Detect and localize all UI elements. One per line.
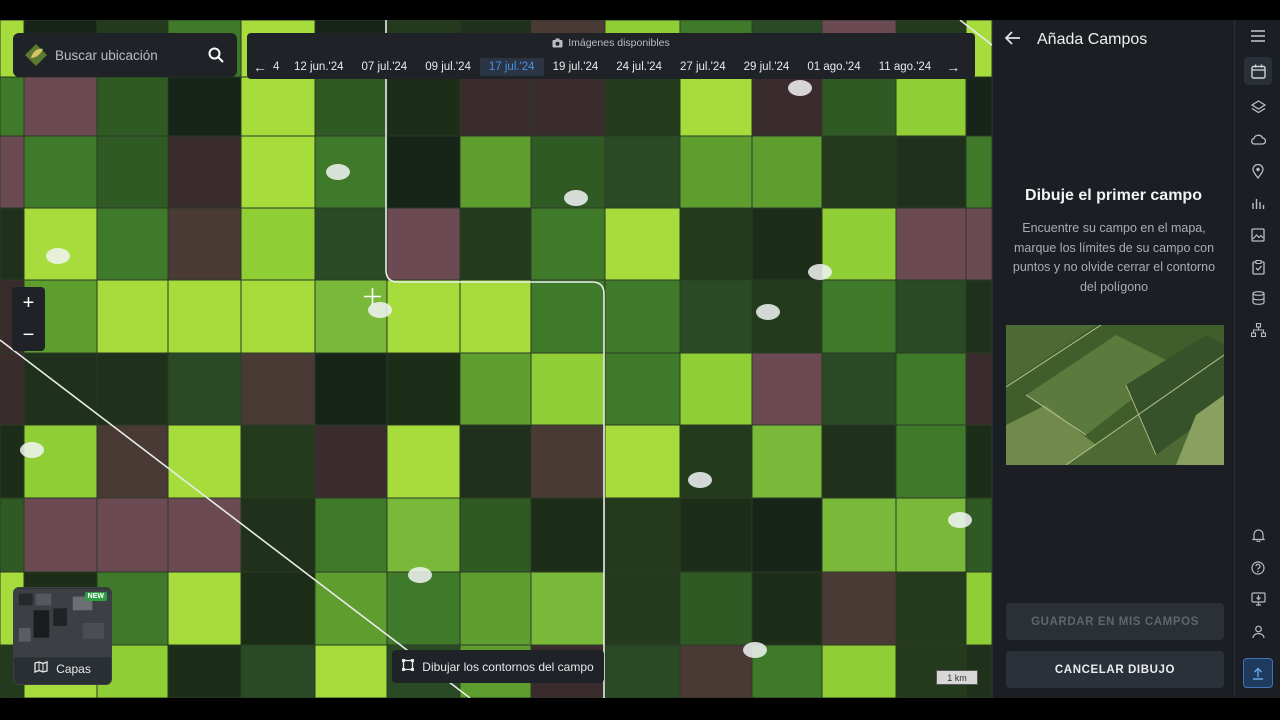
timeline-date[interactable]: 24 jul.'24 — [607, 58, 671, 76]
crosshair-cursor-icon — [364, 288, 381, 305]
timeline-partial-date[interactable]: 4 — [273, 61, 285, 73]
timeline-date[interactable]: 11 ago.'24 — [870, 58, 941, 76]
timeline-date[interactable]: 27 jul.'24 — [671, 58, 735, 76]
task-icon[interactable] — [1244, 253, 1272, 281]
menu-icon[interactable] — [1244, 22, 1272, 50]
location-search[interactable]: Buscar ubicación — [13, 33, 237, 77]
map-scale: 1 km — [936, 670, 978, 685]
top-black-band — [0, 0, 1280, 20]
zoom-control: + − — [12, 287, 45, 351]
timeline-date[interactable]: 09 jul.'24 — [416, 58, 480, 76]
upload-icon[interactable] — [1243, 658, 1273, 688]
back-arrow-icon[interactable] — [1004, 30, 1021, 50]
save-to-my-fields-button[interactable]: GUARDAR EN MIS CAMPOS — [1006, 603, 1224, 640]
new-badge: NEW — [84, 592, 107, 601]
layers-icon[interactable] — [1244, 93, 1272, 121]
timeline-prev-arrow-icon[interactable]: ← — [247, 59, 273, 75]
location-pin-icon[interactable] — [1244, 157, 1272, 185]
bell-icon[interactable] — [1244, 521, 1272, 549]
draw-field-outline-button[interactable]: Dibujar los contornos del campo — [392, 650, 604, 683]
cancel-drawing-button[interactable]: CANCELAR DIBUJO — [1006, 651, 1224, 688]
app-logo-icon — [25, 44, 47, 66]
user-icon[interactable] — [1244, 618, 1272, 646]
timeline-date[interactable]: 17 jul.'24 — [479, 58, 544, 76]
zoom-in-button[interactable]: + — [12, 287, 45, 319]
add-fields-panel: Añada Campos Dibuje el primer campo Encu… — [992, 20, 1234, 698]
map-icon — [34, 661, 48, 676]
search-icon[interactable] — [207, 46, 225, 64]
timeline-date[interactable]: 07 jul.'24 — [353, 58, 417, 76]
monitor-icon[interactable] — [1244, 585, 1272, 613]
search-input[interactable]: Buscar ubicación — [55, 48, 207, 63]
cloud-icon[interactable] — [1244, 125, 1272, 153]
field-mosaic — [0, 20, 992, 698]
layers-label: Capas — [56, 661, 91, 676]
database-icon[interactable] — [1244, 284, 1272, 312]
layers-button[interactable]: NEW Capas — [13, 587, 112, 685]
image-date-timeline: Imágenes disponibles ← 4 12 jun.'24 07 ju… — [247, 33, 975, 79]
field-example-image — [1006, 325, 1224, 465]
right-icon-rail — [1234, 20, 1280, 698]
panel-title: Añada Campos — [1037, 31, 1148, 48]
polygon-draw-icon — [402, 659, 415, 674]
timeline-date[interactable]: 12 jun.'24 — [285, 58, 353, 76]
panel-description: Encuentre su campo en el mapa, marque lo… — [1012, 221, 1216, 294]
camera-icon — [552, 38, 563, 51]
zoom-out-button[interactable]: − — [12, 319, 45, 351]
panel-heading: Dibuje el primer campo — [1025, 187, 1202, 204]
help-icon[interactable] — [1244, 554, 1272, 582]
timeline-date[interactable]: 01 ago.'24 — [798, 58, 869, 76]
bottom-black-band — [0, 698, 1280, 720]
hierarchy-icon[interactable] — [1244, 316, 1272, 344]
bar-chart-icon[interactable] — [1244, 189, 1272, 217]
timeline-date[interactable]: 19 jul.'24 — [544, 58, 608, 76]
image-icon[interactable] — [1244, 221, 1272, 249]
satellite-map[interactable] — [0, 20, 992, 698]
timeline-date[interactable]: 29 jul.'24 — [735, 58, 799, 76]
timeline-next-arrow-icon[interactable]: → — [940, 59, 966, 75]
calendar-icon[interactable] — [1244, 57, 1272, 85]
timeline-header: Imágenes disponibles — [568, 37, 670, 49]
draw-field-label: Dibujar los contornos del campo — [422, 659, 594, 674]
